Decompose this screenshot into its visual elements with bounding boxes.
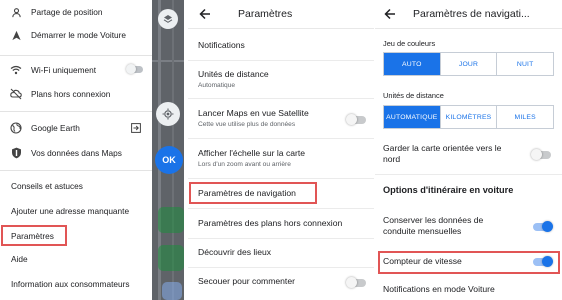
keep-north-up-label-line2: nord <box>383 154 401 164</box>
go-button-label: OK <box>162 155 176 165</box>
settings-item-offline-maps[interactable]: Paramètres des plans hors connexion <box>198 218 342 228</box>
drawer-item-add-address[interactable]: Ajouter une adresse manquante <box>0 200 152 222</box>
distance-option-kilometers[interactable]: KILOMÈTRES <box>441 106 498 128</box>
settings-app-bar: Paramètres <box>188 0 374 29</box>
back-arrow-icon[interactable] <box>383 7 397 21</box>
drawer-item-label: Plans hors connexion <box>31 89 111 99</box>
page-title: Paramètres de navigati... <box>413 8 530 20</box>
settings-item-distance-units[interactable]: Unités de distance <box>198 69 269 79</box>
drawer-item-wifi-only[interactable]: Wi-Fi uniquement <box>0 59 152 81</box>
drawer-item-google-earth[interactable]: Google Earth <box>0 117 152 139</box>
keep-north-up-toggle[interactable] <box>531 149 551 160</box>
wifi-only-toggle[interactable] <box>126 64 143 74</box>
keep-north-up-setting[interactable]: Garder la carte orientée vers le nord <box>383 143 501 165</box>
settings-item-notifications[interactable]: Notifications <box>198 40 245 50</box>
drawer-item-label: Démarrer le mode Voiture <box>31 30 126 40</box>
drawer-divider <box>0 170 152 171</box>
map-poi-marker <box>158 207 184 233</box>
divider <box>375 174 562 175</box>
back-arrow-icon[interactable] <box>198 7 212 21</box>
divider <box>188 138 374 139</box>
color-scheme-option-night[interactable]: NUIT <box>497 53 553 75</box>
drawer-item-label: Google Earth <box>31 123 80 133</box>
settings-item-discover-places[interactable]: Découvrir des lieux <box>198 247 271 257</box>
wifi-icon <box>10 64 22 76</box>
drawer-item-your-data[interactable]: Vos données dans Maps <box>0 142 152 164</box>
color-scheme-selector: AUTO JOUR NUIT <box>383 52 554 76</box>
distance-units-label: Unités de distance <box>383 91 444 100</box>
drawer-item-help[interactable]: Aide <box>0 248 152 270</box>
speedometer-highlight-box <box>378 251 560 274</box>
divider <box>188 208 374 209</box>
settings-screen: Paramètres Notifications Unités de dista… <box>188 0 374 300</box>
shield-icon <box>10 147 22 159</box>
shake-feedback-toggle[interactable] <box>346 277 366 288</box>
layers-icon[interactable] <box>158 9 178 29</box>
drawer-divider <box>0 111 152 112</box>
keep-north-up-label-line1: Garder la carte orientée vers le <box>383 143 502 153</box>
drawer-item-driving-mode[interactable]: Démarrer le mode Voiture <box>0 24 152 46</box>
divider <box>188 238 374 239</box>
color-scheme-label: Jeu de couleurs <box>383 39 436 48</box>
earth-icon <box>10 122 22 134</box>
distance-units-selector: AUTOMATIQUE KILOMÈTRES MILES <box>383 105 554 129</box>
my-location-icon[interactable] <box>156 102 180 126</box>
maps-side-drawer-panel: Partage de position Démarrer le mode Voi… <box>0 0 184 300</box>
divider <box>188 60 374 61</box>
navigation-drawer: Partage de position Démarrer le mode Voi… <box>0 0 152 300</box>
navigation-settings-screen: Paramètres de navigati... Jeu de couleur… <box>375 0 562 300</box>
page-title: Paramètres <box>238 8 293 20</box>
monthly-driving-data-setting[interactable]: Conserver les données de conduite mensue… <box>383 215 483 237</box>
map-poi-marker <box>162 282 182 300</box>
settings-item-satellite-view[interactable]: Lancer Maps en vue Satellite <box>198 108 309 118</box>
divider <box>188 267 374 268</box>
map-poi-marker <box>158 245 184 271</box>
drawer-item-location-sharing[interactable]: Partage de position <box>0 1 152 23</box>
drawer-item-label: Wi-Fi uniquement <box>31 65 97 75</box>
external-link-icon <box>131 123 141 135</box>
go-button[interactable]: OK <box>155 146 183 174</box>
route-options-header: Options d'itinéraire en voiture <box>383 185 514 195</box>
offline-maps-icon <box>10 88 22 100</box>
drawer-item-label: Aide <box>11 254 28 264</box>
drawer-item-label: Vos données dans Maps <box>31 148 122 158</box>
settings-item-subtitle: Cette vue utilise plus de données <box>198 121 296 128</box>
car-mode-icon <box>10 29 22 41</box>
settings-highlight-box <box>1 225 67 246</box>
satellite-view-toggle[interactable] <box>346 114 366 125</box>
settings-item-subtitle: Lors d'un zoom avant ou arrière <box>198 161 291 168</box>
monthly-data-label-line1: Conserver les données de <box>383 215 484 225</box>
color-scheme-option-auto[interactable]: AUTO <box>384 53 441 75</box>
distance-option-miles[interactable]: MILES <box>497 106 553 128</box>
navigation-highlight-box <box>189 182 317 204</box>
drawer-item-offline-maps[interactable]: Plans hors connexion <box>0 83 152 105</box>
map-background: OK <box>152 0 184 300</box>
divider <box>188 98 374 99</box>
settings-item-subtitle: Automatique <box>198 82 236 89</box>
divider <box>188 178 374 179</box>
drawer-item-label: Conseils et astuces <box>11 181 83 191</box>
person-pin-icon <box>10 6 22 18</box>
settings-item-show-scale[interactable]: Afficher l'échelle sur la carte <box>198 148 305 158</box>
drawer-item-label: Partage de position <box>31 7 103 17</box>
drawer-item-label: Ajouter une adresse manquante <box>11 206 130 216</box>
navigation-settings-app-bar: Paramètres de navigati... <box>375 0 562 29</box>
monthly-driving-data-toggle[interactable] <box>533 221 553 232</box>
color-scheme-option-day[interactable]: JOUR <box>441 53 498 75</box>
driving-mode-notifications-setting[interactable]: Notifications en mode Voiture <box>383 284 495 295</box>
monthly-data-label-line2: conduite mensuelles <box>383 226 462 236</box>
settings-item-shake-feedback[interactable]: Secouer pour commenter <box>198 276 295 286</box>
drawer-item-tips[interactable]: Conseils et astuces <box>0 175 152 197</box>
drawer-divider <box>0 55 152 56</box>
drawer-item-label: Information aux consommateurs <box>11 279 130 289</box>
distance-option-automatic[interactable]: AUTOMATIQUE <box>384 106 441 128</box>
drawer-item-consumer-info[interactable]: Information aux consommateurs <box>0 273 152 295</box>
